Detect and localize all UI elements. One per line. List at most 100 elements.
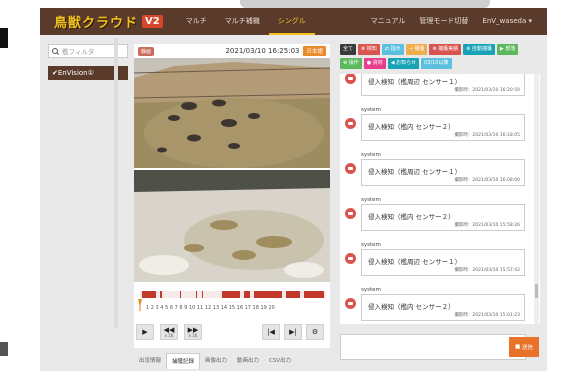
message-filter-buttons: 全て ⊗ 検知 ⇄ 指示 → 捕獲 ⊗ 捕獲実績 ⊗ 自動捕獲 ▶ 部落 ⊗ 操作 ● 資材 ◀ … [340,44,540,72]
device-filter-placeholder: 檻フィルタ [62,48,95,56]
alert-icon [345,74,356,84]
still-image-badge: 静画 [138,46,155,56]
next-button[interactable]: ▶| [284,324,302,340]
nav-single[interactable]: シングル [268,8,315,35]
tab-image-export[interactable]: 画像出力 [200,353,232,369]
filter-button[interactable]: ◀ お知らせ [387,58,420,69]
send-button[interactable]: ■ 送信 [509,337,539,357]
camera-panel: 静画 2021/03/10 16:25:03 日本語 1 2 3 4 5 6 7… [134,44,330,348]
play-icon: ▶ [142,327,148,336]
message-text: 侵入検知（檻内 センサー２） [368,213,455,221]
message-item: system 侵入検知（檻内 センサー２） 撮影時：2021/03/10 16:18… [340,107,540,152]
recording-timeline[interactable]: 1 2 3 4 5 6 7 8 9 10 11 12 13 14 15 16 1… [136,289,328,313]
top-edge-overlay [240,0,490,8]
play-button[interactable]: ▶ [136,324,154,340]
message-item: system 侵入検知（檻内 センサー２） 撮影時：2021/03/10 15:58… [340,197,540,242]
forward-speed: x 16 [188,332,198,338]
filter-button[interactable]: ⊗ 操作 [340,58,362,69]
message-input[interactable]: ■ 送信 [340,334,539,360]
chat-panel: 全て ⊗ 検知 ⇄ 指示 → 捕獲 ⊗ 捕獲実績 ⊗ 自動捕獲 ▶ 部落 ⊗ 操作 ● 資材 ◀ … [340,44,540,371]
message-timestamp: 撮影時：2021/03/10 16:18:05 [454,133,520,138]
filter-button[interactable]: → 捕獲 [405,44,428,55]
playback-controls-right: |◀ ▶| ⚙ [262,324,328,340]
filter-button[interactable]: ⊗ 検知 [358,44,380,55]
fast-forward-button[interactable]: ▶▶ x 16 [184,324,202,340]
version-badge: V2 [142,15,163,28]
send-label: 送信 [521,345,533,351]
message-item: system 侵入検知（檻内 センサー２） 撮影時：2021/03/10 15:01… [340,287,540,324]
tab-csv-export[interactable]: CSV出力 [264,353,296,369]
app-logo[interactable]: 鳥獣クラウド [54,12,138,31]
gear-icon: ⚙ [311,327,319,336]
message-item: 侵入検知（檻周辺 センサー１） 撮影時：2021/03/10 16:20:50 [340,74,540,107]
send-icon: ■ [515,344,522,350]
message-bubble[interactable]: 侵入検知（檻内 センサー２） 撮影時：2021/03/10 16:18:05 [361,114,525,141]
filter-button[interactable]: ⊗ 捕獲実績 [429,44,462,55]
nav-multi[interactable]: マルチ [177,8,216,35]
message-text: 侵入検知（檻内 センサー２） [368,303,455,311]
left-edge-block [0,28,8,48]
top-navbar: 鳥獣クラウド V2 マルチ マルチ補機 シングル マニュアル 管理モード切替 E… [40,8,547,35]
message-bubble[interactable]: 侵入検知（檻周辺 センサー１） 撮影時：2021/03/10 15:57:42 [361,249,525,276]
message-bubble[interactable]: 侵入検知（檻周辺 センサー１） 撮影時：2021/03/10 16:20:50 [361,74,525,96]
tab-video-export[interactable]: 動画出力 [232,353,264,369]
message-list: 侵入検知（檻周辺 センサー１） 撮影時：2021/03/10 16:20:50 sy… [340,74,540,324]
rewind-speed: x 16 [164,332,174,338]
language-button[interactable]: 日本語 [303,46,326,56]
capture-timestamp: 2021/03/10 16:25:03 [225,47,300,55]
message-timestamp: 撮影時：2021/03/10 15:01:23 [454,313,520,318]
filter-button[interactable]: 03/10以降 [421,58,452,69]
skip-forward-icon: ▶| [289,327,297,336]
message-text: 侵入検知（檻内 センサー２） [368,123,455,131]
message-text: 侵入検知（檻周辺 センサー１） [368,258,462,266]
message-timestamp: 撮影時：2021/03/10 16:20:50 [454,88,520,93]
left-edge-strip [0,0,40,371]
message-text: 侵入検知（檻周辺 センサー１） [368,78,462,86]
left-edge-block-lower [0,342,8,356]
message-sender: system [361,152,381,158]
filter-button[interactable]: ⇄ 指示 [381,44,404,55]
tab-capture-records[interactable]: 捕獲記録 [166,353,201,369]
alert-icon [345,253,356,264]
settings-button[interactable]: ⚙ [306,324,324,340]
alert-icon [345,163,356,174]
filter-button[interactable]: ⊗ 自動捕獲 [463,44,495,55]
message-timestamp: 撮影時：2021/03/10 15:58:26 [454,223,520,228]
message-sender: system [361,107,381,113]
message-bubble[interactable]: 侵入検知（檻内 センサー２） 撮影時：2021/03/10 15:01:23 [361,294,525,321]
filter-button[interactable]: ▶ 部落 [496,44,519,55]
previous-button[interactable]: |◀ [262,324,280,340]
app-frame: 鳥獣クラウド V2 マルチ マルチ補機 シングル マニュアル 管理モード切替 E… [40,8,547,371]
user-menu[interactable]: EnV_waseda ▾ [475,8,539,35]
alert-icon [345,208,356,219]
nav-admin-mode[interactable]: 管理モード切替 [412,8,475,35]
message-sender: system [361,287,381,293]
message-item: system 侵入検知（檻周辺 センサー１） 撮影時：2021/03/10 16:0… [340,152,540,197]
message-sender: system [361,242,381,248]
nav-multi-aux[interactable]: マルチ補機 [216,8,269,35]
camera-image-bottom[interactable] [134,170,330,282]
message-item: system 侵入検知（檻周辺 センサー１） 撮影時：2021/03/10 15:5… [340,242,540,287]
camera-image-top[interactable] [134,58,330,168]
message-list-scrollbar[interactable] [534,74,539,324]
main-nav: マルチ マルチ補機 シングル [177,8,315,35]
alert-icon [345,298,356,309]
tab-sighting-info[interactable]: 出没情報 [134,353,166,369]
message-sender: system [361,197,381,203]
nav-manual[interactable]: マニュアル [364,8,413,35]
message-timestamp: 撮影時：2021/03/10 15:57:42 [454,268,520,273]
message-bubble[interactable]: 侵入検知（檻周辺 センサー１） 撮影時：2021/03/10 16:08:00 [361,159,525,186]
filter-button[interactable]: ● 資材 [363,58,386,69]
right-nav: マニュアル 管理モード切替 EnV_waseda ▾ [364,8,539,35]
sidebar-scrollbar[interactable] [114,38,118,328]
alert-icon [345,118,356,129]
filter-button[interactable]: 全て [340,44,357,55]
playback-controls: ▶ ◀◀ x 16 ▶▶ x 16 |◀ ▶| ⚙ [136,321,328,343]
message-timestamp: 撮影時：2021/03/10 16:08:00 [454,178,520,183]
skip-back-icon: |◀ [267,327,275,336]
scrollbar-thumb[interactable] [535,284,538,298]
message-bubble[interactable]: 侵入検知（檻内 センサー２） 撮影時：2021/03/10 15:58:26 [361,204,525,231]
bottom-tabs: 出没情報 捕獲記録 画像出力 動画出力 CSV出力 [134,353,330,369]
rewind-button[interactable]: ◀◀ x 16 [160,324,178,340]
search-icon [52,47,59,55]
